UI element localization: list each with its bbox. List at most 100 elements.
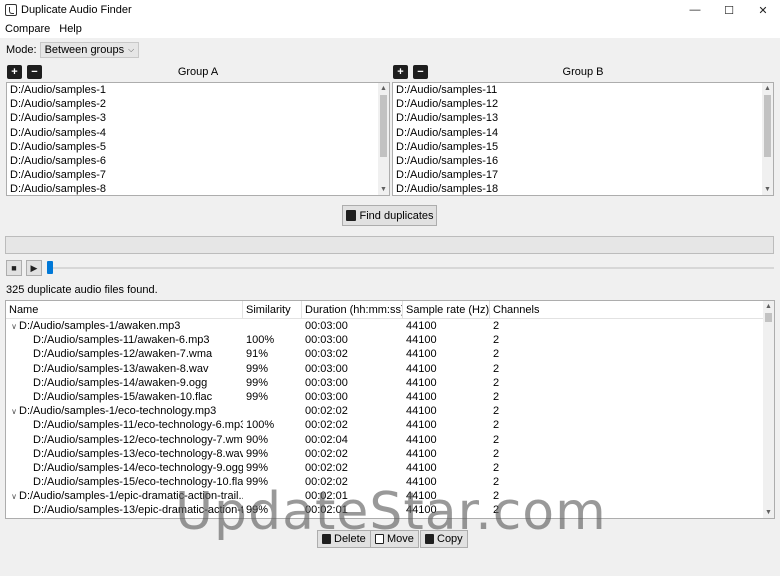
table-row[interactable]: D:/Audio/samples-12/awaken-7.wma 91% 00:03…: [6, 347, 765, 361]
list-item[interactable]: D:/Audio/samples-11: [393, 83, 773, 97]
scroll-thumb[interactable]: [764, 95, 771, 157]
expand-chevron-icon[interactable]: ∨: [9, 490, 19, 503]
scroll-thumb[interactable]: [380, 95, 387, 157]
cell-text: 2: [493, 461, 500, 474]
list-item[interactable]: D:/Audio/samples-12: [393, 97, 773, 111]
menu-compare[interactable]: Compare: [0, 23, 54, 35]
stop-button[interactable]: ■: [6, 260, 22, 276]
list-item[interactable]: D:/Audio/samples-17: [393, 168, 773, 182]
list-item[interactable]: D:/Audio/samples-15: [393, 140, 773, 154]
table-row[interactable]: D:/Audio/samples-11/awaken-6.mp3 100% 00:0…: [6, 333, 765, 347]
move-button[interactable]: Move: [370, 530, 419, 548]
table-row[interactable]: D:/Audio/samples-15/awaken-10.flac 99% 00:…: [6, 390, 765, 404]
cell-sim: 90%: [243, 433, 302, 447]
cell-ch: 2: [490, 333, 765, 347]
seek-track[interactable]: [48, 267, 774, 269]
cell-sim: [243, 404, 302, 418]
cell-dur: 00:02:02: [302, 461, 403, 475]
group-a-list[interactable]: D:/Audio/samples-1 D:/Audio/samples-2 D:…: [6, 82, 390, 196]
list-item[interactable]: D:/Audio/samples-8: [7, 182, 389, 195]
column-sample-rate[interactable]: Sample rate (Hz): [403, 301, 490, 319]
cell-rate: 44100: [403, 418, 490, 432]
column-channels[interactable]: Channels: [490, 301, 765, 319]
list-item[interactable]: D:/Audio/samples-2: [7, 97, 389, 111]
cell-sim: 100%: [243, 333, 302, 347]
find-duplicates-label: Find duplicates: [359, 209, 434, 222]
column-similarity[interactable]: Similarity: [243, 301, 302, 319]
group-a-header: + − Group A: [6, 64, 390, 80]
seek-handle[interactable]: [47, 261, 53, 274]
cell-sim: [243, 319, 302, 333]
expand-chevron-icon[interactable]: ∨: [9, 405, 19, 418]
cell-text: D:/Audio/samples-1/awaken.mp3: [19, 320, 181, 332]
table-row[interactable]: D:/Audio/samples-13/awaken-8.wav 99% 00:03…: [6, 362, 765, 376]
cell-text: 2: [493, 504, 500, 517]
minimize-button[interactable]: —: [678, 0, 712, 20]
cell-name: D:/Audio/samples-15/awaken-10.flac: [6, 390, 243, 404]
cell-text: 00:03:00: [305, 362, 348, 375]
group-b-scrollbar[interactable]: ▲ ▼: [762, 83, 773, 195]
cell-text: 00:02:02: [305, 461, 348, 474]
cell-text: 00:03:00: [305, 376, 348, 389]
cell-sim: [243, 489, 302, 503]
scroll-down-icon[interactable]: ▼: [763, 507, 774, 518]
group-a-title: Group A: [177, 66, 219, 78]
cell-dur: 00:03:00: [302, 390, 403, 404]
table-group-row[interactable]: ∨ D:/Audio/samples-1/awaken.mp3 00:03:00 44…: [6, 319, 765, 333]
scroll-down-icon[interactable]: ▼: [378, 184, 389, 195]
maximize-button[interactable]: ☐: [712, 0, 746, 20]
menu-help[interactable]: Help: [54, 23, 86, 35]
cell-dur: 00:03:02: [302, 347, 403, 361]
table-row[interactable]: D:/Audio/samples-13/epic-dramatic-action…: [6, 503, 765, 517]
table-row[interactable]: D:/Audio/samples-14/awaken-9.ogg 99% 00:03…: [6, 376, 765, 390]
expand-chevron-icon[interactable]: ∨: [9, 320, 19, 333]
scroll-up-icon[interactable]: ▲: [763, 301, 774, 312]
menu-bar: Compare Help: [0, 20, 780, 38]
delete-button[interactable]: Delete: [317, 530, 371, 548]
table-row[interactable]: D:/Audio/samples-11/eco-technology-6.mp3…: [6, 418, 765, 432]
list-item[interactable]: D:/Audio/samples-5: [7, 140, 389, 154]
list-item[interactable]: D:/Audio/samples-14: [393, 126, 773, 140]
table-row[interactable]: D:/Audio/samples-12/eco-technology-7.wma…: [6, 433, 765, 447]
table-row[interactable]: D:/Audio/samples-15/eco-technology-10.fl…: [6, 475, 765, 489]
mode-dropdown[interactable]: Between groups ⌵: [39, 42, 140, 58]
cell-rate: 44100: [403, 376, 490, 390]
group-a-scrollbar[interactable]: ▲ ▼: [378, 83, 389, 195]
play-button[interactable]: ▶: [26, 260, 42, 276]
list-item[interactable]: D:/Audio/samples-18: [393, 182, 773, 195]
cell-name: D:/Audio/samples-12/awaken-7.wma: [6, 347, 243, 361]
find-duplicates-button[interactable]: Find duplicates: [342, 205, 437, 226]
table-group-row[interactable]: ∨ D:/Audio/samples-1/epic-dramatic-action…: [6, 489, 765, 503]
list-item[interactable]: D:/Audio/samples-6: [7, 154, 389, 168]
table-row[interactable]: D:/Audio/samples-13/eco-technology-8.wav…: [6, 447, 765, 461]
results-scrollbar[interactable]: ▲ ▼: [763, 301, 774, 518]
list-item[interactable]: D:/Audio/samples-4: [7, 126, 389, 140]
results-table[interactable]: Name Similarity Duration (hh:mm:ss) Samp…: [5, 300, 775, 519]
table-group-row[interactable]: ∨ D:/Audio/samples-1/eco-technology.mp3 00…: [6, 404, 765, 418]
table-row[interactable]: D:/Audio/samples-14/eco-technology-9.ogg…: [6, 461, 765, 475]
cell-ch: 2: [490, 461, 765, 475]
scroll-up-icon[interactable]: ▲: [378, 83, 389, 94]
scroll-down-icon[interactable]: ▼: [762, 184, 773, 195]
list-item[interactable]: D:/Audio/samples-13: [393, 111, 773, 125]
scroll-thumb[interactable]: [765, 313, 772, 322]
column-duration[interactable]: Duration (hh:mm:ss): [302, 301, 403, 319]
close-button[interactable]: ✕: [746, 0, 780, 20]
group-b-list[interactable]: D:/Audio/samples-11 D:/Audio/samples-12 …: [392, 82, 774, 196]
cell-ch: 2: [490, 347, 765, 361]
cell-dur: 00:02:02: [302, 475, 403, 489]
cell-rate: 44100: [403, 390, 490, 404]
window-controls: — ☐ ✕: [678, 0, 780, 20]
copy-button[interactable]: Copy: [420, 530, 468, 548]
cell-dur: 00:02:01: [302, 503, 403, 517]
list-item[interactable]: D:/Audio/samples-7: [7, 168, 389, 182]
scroll-up-icon[interactable]: ▲: [762, 83, 773, 94]
cell-dur: 00:02:02: [302, 404, 403, 418]
cell-ch: 2: [490, 362, 765, 376]
column-name[interactable]: Name: [6, 301, 243, 319]
list-item[interactable]: D:/Audio/samples-16: [393, 154, 773, 168]
cell-sim: 99%: [243, 390, 302, 404]
list-item[interactable]: D:/Audio/samples-3: [7, 111, 389, 125]
list-item[interactable]: D:/Audio/samples-1: [7, 83, 389, 97]
mode-row: Mode: Between groups ⌵: [6, 42, 140, 58]
